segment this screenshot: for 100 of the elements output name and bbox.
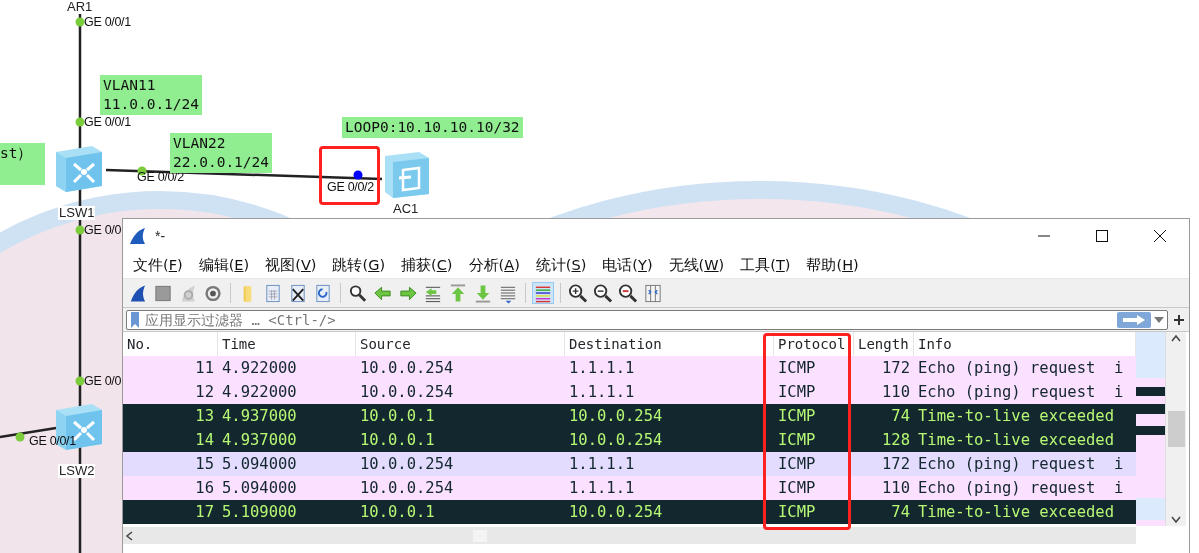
table-cell-text: 10.0.0.1	[359, 406, 436, 427]
menu-item[interactable]: 工具(T)	[732, 256, 799, 275]
table-cell-text: 5.109000	[221, 502, 298, 523]
table-cell-text: 10.0.0.1	[359, 502, 436, 523]
menu-item[interactable]: 编辑(E)	[190, 256, 258, 275]
maximize-icon	[1096, 230, 1108, 242]
caret-icon	[1154, 316, 1164, 323]
table-cell-text: 74	[890, 502, 911, 523]
table-cell-text: ICMP	[777, 382, 817, 403]
packet-row[interactable]: 11 4.922000 10.0.0.254 1.1.1.1 ICMP 172 Echo (ping) request i	[123, 356, 1136, 380]
table-cell-text: Time-to-live exceeded	[917, 406, 1115, 427]
resize-columns-icon	[643, 282, 663, 304]
port-label: GE 0/0	[84, 374, 122, 388]
zoom-reset-icon	[618, 282, 638, 304]
table-cell-text: ICMP	[777, 406, 817, 427]
menu-item[interactable]: 电话(Y)	[594, 256, 661, 275]
table-cell-text: 10.0.0.254	[568, 502, 664, 523]
table-cell-text: Echo (ping) request i	[917, 358, 1125, 379]
reload-icon	[313, 282, 333, 304]
table-cell-text: 10.0.0.254	[359, 478, 455, 499]
filter-field[interactable]: 应用显示过滤器 … <Ctrl-/>	[126, 309, 1168, 330]
ip-note: LOOP0:10.10.10.10/32	[342, 117, 523, 138]
port-label: GE 0/0/1	[84, 15, 131, 29]
table-cell-text: 10.0.0.254	[568, 406, 664, 427]
zoom-reset-button[interactable]	[617, 282, 639, 304]
menu-item[interactable]: 捕获(C)	[393, 256, 461, 275]
table-cell-text: ICMP	[777, 502, 817, 523]
table-cell-text: Echo (ping) request i	[917, 382, 1125, 403]
ip-note: VLAN11 11.0.0.1/24	[100, 75, 203, 115]
close-file-icon	[288, 282, 308, 304]
table-cell-text: ICMP	[777, 430, 817, 451]
horizontal-scrollbar[interactable]	[123, 527, 1136, 544]
device-label: LSW2	[58, 464, 96, 478]
ip-note: VLAN22 22.0.0.1/24	[170, 133, 273, 173]
device-label: AR1	[66, 0, 94, 14]
search-button[interactable]	[347, 282, 369, 304]
port-label: GE 0/0/2	[327, 180, 374, 194]
packet-row[interactable]: 17 5.109000 10.0.0.1 10.0.0.254 ICMP 74 Time-to-live exceeded	[123, 500, 1136, 524]
device-label: LSW1	[58, 206, 96, 220]
menu-item[interactable]: 统计(S)	[527, 256, 595, 275]
menu-item[interactable]: 无线(W)	[660, 256, 733, 275]
close-icon	[1154, 230, 1166, 242]
plus-icon	[1173, 313, 1185, 326]
zoom-out-icon	[593, 282, 613, 304]
resize-columns-button[interactable]	[642, 282, 664, 304]
table-cell-text: 1.1.1.1	[568, 358, 636, 379]
table-cell-text: 13	[194, 406, 215, 427]
table-cell-text: 14	[194, 430, 215, 451]
table-cell-text: 10.0.0.1	[359, 430, 436, 451]
bookmark-icon	[129, 310, 141, 329]
zoom-out-button[interactable]	[592, 282, 614, 304]
table-cell-text: 5.094000	[221, 454, 298, 475]
table-cell-text: ICMP	[777, 358, 817, 379]
packet-row[interactable]: 13 4.937000 10.0.0.1 10.0.0.254 ICMP 74 Time-to-live exceeded	[123, 404, 1136, 428]
window-title: *-	[155, 226, 166, 246]
zoom-in-icon	[568, 282, 588, 304]
table-cell-text: ICMP	[777, 454, 817, 475]
table-cell-text: 15	[194, 454, 215, 475]
ip-note: st）	[0, 143, 45, 185]
table-cell-text: 17	[194, 502, 215, 523]
packet-row[interactable]: 14 4.937000 10.0.0.1 10.0.0.254 ICMP 128 Time-to-live exceeded	[123, 428, 1136, 452]
table-cell-text: Echo (ping) request i	[917, 454, 1125, 475]
packet-row[interactable]: 12 4.922000 10.0.0.254 1.1.1.1 ICMP 110 Echo (ping) request i	[123, 380, 1136, 404]
table-cell-text: 1.1.1.1	[568, 382, 636, 403]
top-arrow-icon	[448, 282, 468, 304]
menu-item[interactable]: 跳转(G)	[324, 256, 394, 275]
table-cell-text: 4.922000	[221, 382, 298, 403]
vertical-scrollbar[interactable]	[1165, 332, 1186, 526]
colorize-button[interactable]	[532, 282, 554, 304]
table-cell-text: 10.0.0.254	[568, 430, 664, 451]
menu-item[interactable]: 视图(V)	[257, 256, 325, 275]
table-cell-text: 1.1.1.1	[568, 454, 636, 475]
menu-item[interactable]: 文件(F)	[125, 256, 191, 275]
file-icon	[263, 282, 283, 304]
table-cell-text: 4.937000	[221, 430, 298, 451]
table-cell-text: 128	[881, 430, 911, 451]
table-cell-text: 110	[881, 478, 911, 499]
table-cell-text: 10.0.0.254	[359, 382, 455, 403]
scroll-thumb[interactable]	[1167, 411, 1185, 447]
bottom-arrow-icon	[473, 282, 493, 304]
port-label: GE 0/0/1	[29, 434, 76, 448]
menu-item[interactable]: 分析(A)	[460, 256, 528, 275]
app-icon	[127, 226, 147, 246]
table-cell-text: 4.937000	[221, 406, 298, 427]
table-cell-text: 12	[194, 382, 215, 403]
port-label: GE 0/0	[84, 223, 122, 237]
packet-row[interactable]: 16 5.094000 10.0.0.254 1.1.1.1 ICMP 110 Echo (ping) request i	[123, 476, 1136, 500]
table-cell-text: 10.0.0.254	[359, 358, 455, 379]
device-label: AC1	[392, 202, 420, 216]
menu-item[interactable]: 帮助(H)	[798, 256, 867, 275]
table-cell-text: ICMP	[777, 478, 817, 499]
table-cell-text: Echo (ping) request i	[917, 478, 1125, 499]
table-cell-text: 172	[881, 454, 911, 475]
packet-row[interactable]: 15 5.094000 10.0.0.254 1.1.1.1 ICMP 172 Echo (ping) request i	[123, 452, 1136, 476]
table-cell-text: 10.0.0.254	[359, 454, 455, 475]
table-cell-text: 5.094000	[221, 478, 298, 499]
search-icon	[348, 282, 368, 304]
table-cell-text: 4.922000	[221, 358, 298, 379]
port-label: GE 0/0/1	[84, 115, 131, 129]
zoom-in-button[interactable]	[567, 282, 589, 304]
